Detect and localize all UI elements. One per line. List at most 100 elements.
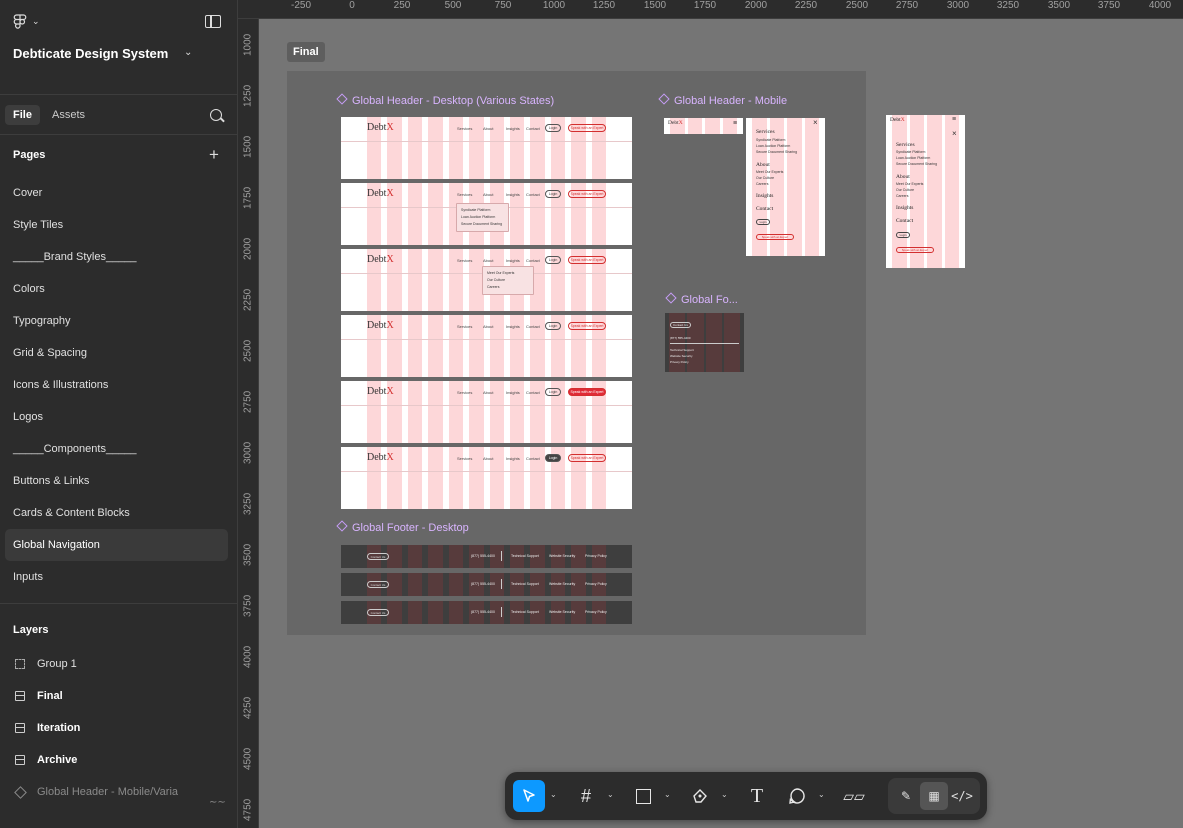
- footer-link: Technical Support: [511, 554, 539, 558]
- page-item[interactable]: Grid & Spacing: [0, 337, 237, 369]
- page-item[interactable]: Inputs: [0, 561, 237, 593]
- nav-services: Services: [457, 390, 473, 395]
- text-tool-icon[interactable]: T: [741, 780, 773, 812]
- section-label-header-mobile[interactable]: Global Header - Mobile: [658, 93, 787, 107]
- draw-mode-icon[interactable]: ✎: [892, 782, 920, 810]
- figma-logo-icon[interactable]: [13, 14, 27, 30]
- ruler-tick: 4000: [1148, 0, 1172, 11]
- panel-toggle-icon[interactable]: [205, 15, 221, 28]
- project-chevron-icon[interactable]: ⌄: [184, 47, 192, 58]
- ruler-tick: 3000: [242, 441, 254, 464]
- layer-item[interactable]: Group 1: [0, 648, 237, 680]
- layer-label: Archive: [37, 754, 78, 766]
- ruler-tick: 2000: [744, 0, 768, 11]
- frame-tool-chevron-icon[interactable]: ⌄: [607, 790, 614, 799]
- header-variant-default[interactable]: DebtX Services About Insights Contact Lo…: [341, 117, 632, 179]
- frame-label-final[interactable]: Final: [287, 42, 325, 62]
- nav-services: Services: [457, 192, 473, 197]
- section-label-header-desktop[interactable]: Global Header - Desktop (Various States): [336, 93, 554, 107]
- mobile-subitem: Secure Document Sharing: [896, 162, 938, 166]
- footer-variant[interactable]: Contact Us (877) 555-4400 Technical Supp…: [341, 545, 632, 568]
- services-dropdown: Syndicate Platform Loan Auction Platform…: [456, 203, 509, 232]
- section-label-footer-desktop[interactable]: Global Footer - Desktop: [336, 520, 469, 534]
- top-ruler: -250 0 250 500 750 1000 1250 1500 1750 2…: [238, 0, 1183, 19]
- frame-tool-icon[interactable]: #: [570, 780, 602, 812]
- tab-file[interactable]: File: [5, 105, 40, 125]
- nav-services: Services: [457, 456, 473, 461]
- login-button: Login: [545, 124, 561, 132]
- footer-link: Privacy Policy: [670, 360, 689, 364]
- rectangle-tool-icon[interactable]: [627, 780, 659, 812]
- nav-insights: Insights: [506, 390, 520, 395]
- group-icon: [15, 659, 25, 669]
- comment-tool-icon[interactable]: [781, 780, 813, 812]
- mobile-cta-button: Speak with an Expert: [896, 247, 934, 253]
- page-item[interactable]: Colors: [0, 273, 237, 305]
- divider: [341, 405, 632, 406]
- mobile-nav-insights: Insights: [756, 193, 774, 199]
- page-item[interactable]: _____Brand Styles_____: [0, 241, 237, 273]
- layer-item[interactable]: Archive: [0, 744, 237, 776]
- brand-logo: DebtX: [367, 254, 394, 265]
- login-button: Login: [545, 256, 561, 264]
- ruler-tick: 4750: [242, 798, 254, 821]
- ruler-tick: 1750: [693, 0, 717, 11]
- move-tool-chevron-icon[interactable]: ⌄: [550, 790, 557, 799]
- footer-variant[interactable]: Contact Us (877) 555-4400 Technical Supp…: [341, 601, 632, 624]
- page-item[interactable]: Icons & Illustrations: [0, 369, 237, 401]
- mobile-nav-about: About: [896, 174, 910, 180]
- mobile-subitem: Secure Document Sharing: [756, 150, 798, 154]
- page-item[interactable]: Buttons & Links: [0, 465, 237, 497]
- mobile-subitem: Careers: [756, 182, 769, 186]
- tab-assets[interactable]: Assets: [44, 105, 93, 125]
- header-variant-services-open[interactable]: DebtX Services About Insights Contact Lo…: [341, 183, 632, 245]
- header-variant-login-hover[interactable]: DebtX Services About Insights Contact Lo…: [341, 447, 632, 509]
- page-item[interactable]: _____Components_____: [0, 433, 237, 465]
- layer-item[interactable]: Final: [0, 680, 237, 712]
- hidden-eye-icon[interactable]: ∼∼: [209, 787, 226, 819]
- figma-app: ⌄ Debticate Design System ⌄ File Assets …: [0, 0, 1183, 828]
- shape-tool-chevron-icon[interactable]: ⌄: [664, 790, 671, 799]
- page-item[interactable]: Typography: [0, 305, 237, 337]
- ruler-tick: -250: [290, 0, 312, 11]
- move-tool-cursor-icon[interactable]: [513, 780, 545, 812]
- ruler-tick: 3750: [1097, 0, 1121, 11]
- layer-item[interactable]: Iteration: [0, 712, 237, 744]
- page-item[interactable]: Cards & Content Blocks: [0, 497, 237, 529]
- mobile-nav-services: Services: [756, 129, 775, 135]
- page-item-active[interactable]: Global Navigation: [5, 529, 228, 561]
- mobile-header-variant[interactable]: DebtX ≡ × Services Syndicate Platform Lo…: [886, 115, 965, 268]
- ruler-tick: 0: [349, 0, 355, 11]
- ruler-tick: 3500: [242, 543, 254, 566]
- comment-tool-chevron-icon[interactable]: ⌄: [818, 790, 825, 799]
- header-variant-cta-hover[interactable]: DebtX Services About Insights Contact Lo…: [341, 381, 632, 443]
- design-canvas[interactable]: Final Global Header - Desktop (Various S…: [259, 19, 1183, 828]
- page-item[interactable]: Logos: [0, 401, 237, 433]
- footer-separator: [501, 551, 502, 561]
- cta-button: Speak with an Expert: [568, 124, 606, 132]
- layer-item[interactable]: Global Header - Mobile/Varia ∼∼: [0, 776, 237, 808]
- ruler-tick: 2500: [242, 339, 254, 362]
- pen-tool-chevron-icon[interactable]: ⌄: [721, 790, 728, 799]
- page-item[interactable]: Cover: [0, 177, 237, 209]
- header-variant-plain[interactable]: DebtX Services About Insights Contact Lo…: [341, 315, 632, 377]
- pen-tool-icon[interactable]: [684, 780, 716, 812]
- header-variant-about-open[interactable]: DebtX Services About Insights Contact Lo…: [341, 249, 632, 311]
- mobile-header-collapsed[interactable]: DebtX ≡: [664, 118, 743, 134]
- ruler-tick: 2750: [242, 390, 254, 413]
- contact-us-button: Contact Us: [670, 322, 691, 328]
- dev-mode-code-icon[interactable]: </>: [948, 782, 976, 810]
- main-menu-chevron-icon[interactable]: ⌄: [32, 16, 40, 27]
- section-label-footer-mobile[interactable]: Global Fo...: [665, 292, 738, 306]
- add-page-plus-icon[interactable]: +: [209, 146, 219, 163]
- design-mode-icon[interactable]: ▦: [920, 782, 948, 810]
- actions-tool-icon[interactable]: ▱▱: [838, 780, 870, 812]
- mobile-header-expanded[interactable]: × Services Syndicate Platform Loan Aucti…: [746, 118, 825, 256]
- mobile-footer[interactable]: Contact Us (877) 555-4400 Technical Supp…: [665, 313, 744, 372]
- project-title[interactable]: Debticate Design System: [13, 46, 168, 61]
- search-icon[interactable]: [210, 109, 222, 121]
- page-item[interactable]: Style Tiles: [0, 209, 237, 241]
- login-button: Login: [545, 388, 561, 396]
- footer-variant[interactable]: Contact Us (877) 555-4400 Technical Supp…: [341, 573, 632, 596]
- pages-header: Pages +: [0, 135, 237, 177]
